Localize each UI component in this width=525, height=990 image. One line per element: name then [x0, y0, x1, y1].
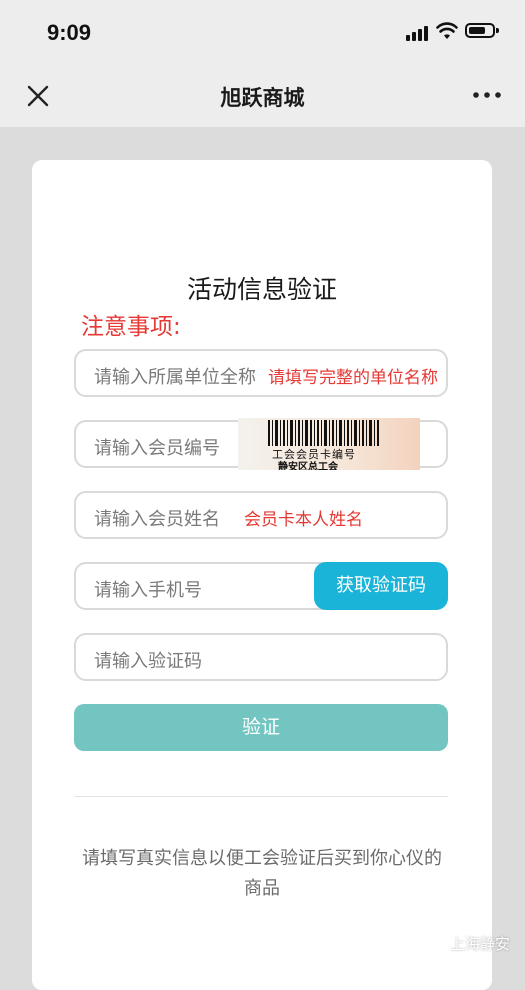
verification-code-placeholder: 请输入验证码	[94, 651, 202, 672]
signal-bars-icon	[406, 25, 428, 41]
page-title: 旭跃商城	[220, 86, 305, 110]
org-name-input[interactable]: 请输入所属单位全称 请填写完整的单位名称	[74, 349, 448, 397]
watermark: 上海静安	[426, 933, 510, 957]
status-bar: 9:09	[0, 0, 525, 64]
org-name-hint: 请填写完整的单位名称	[268, 368, 438, 388]
phone-placeholder: 请输入手机号	[94, 580, 202, 601]
status-time: 9:09	[47, 20, 92, 45]
wechat-icon	[426, 936, 446, 952]
get-code-button[interactable]: 获取验证码	[314, 562, 448, 610]
member-card-barcode-image: 工会会员卡编号 静安区总工会	[238, 418, 420, 470]
watermark-text: 上海静安	[450, 935, 511, 953]
verification-code-input[interactable]: 请输入验证码	[74, 633, 448, 681]
member-name-input[interactable]: 请输入会员姓名 会员卡本人姓名	[74, 491, 448, 539]
verify-button[interactable]: 验证	[74, 704, 448, 751]
member-name-hint: 会员卡本人姓名	[244, 510, 363, 530]
member-name-placeholder: 请输入会员姓名	[94, 509, 220, 530]
barcode-issuer: 静安区总工会	[278, 462, 338, 470]
divider	[74, 796, 448, 797]
more-dots-icon[interactable]	[472, 90, 502, 100]
org-name-placeholder: 请输入所属单位全称	[94, 367, 256, 388]
nav-bar: 旭跃商城	[0, 64, 525, 127]
verification-card: 活动信息验证 注意事项: 请输入所属单位全称 请填写完整的单位名称 请输入会员编…	[32, 160, 492, 990]
battery-icon	[465, 23, 499, 38]
member-number-placeholder: 请输入会员编号	[94, 438, 220, 459]
notice-label: 注意事项:	[81, 314, 181, 340]
form-title: 活动信息验证	[186, 275, 337, 304]
footer-note: 请填写真实信息以便工会验证后买到你心仪的商品	[82, 848, 442, 899]
wifi-icon	[436, 22, 458, 39]
barcode-icon	[268, 420, 379, 446]
